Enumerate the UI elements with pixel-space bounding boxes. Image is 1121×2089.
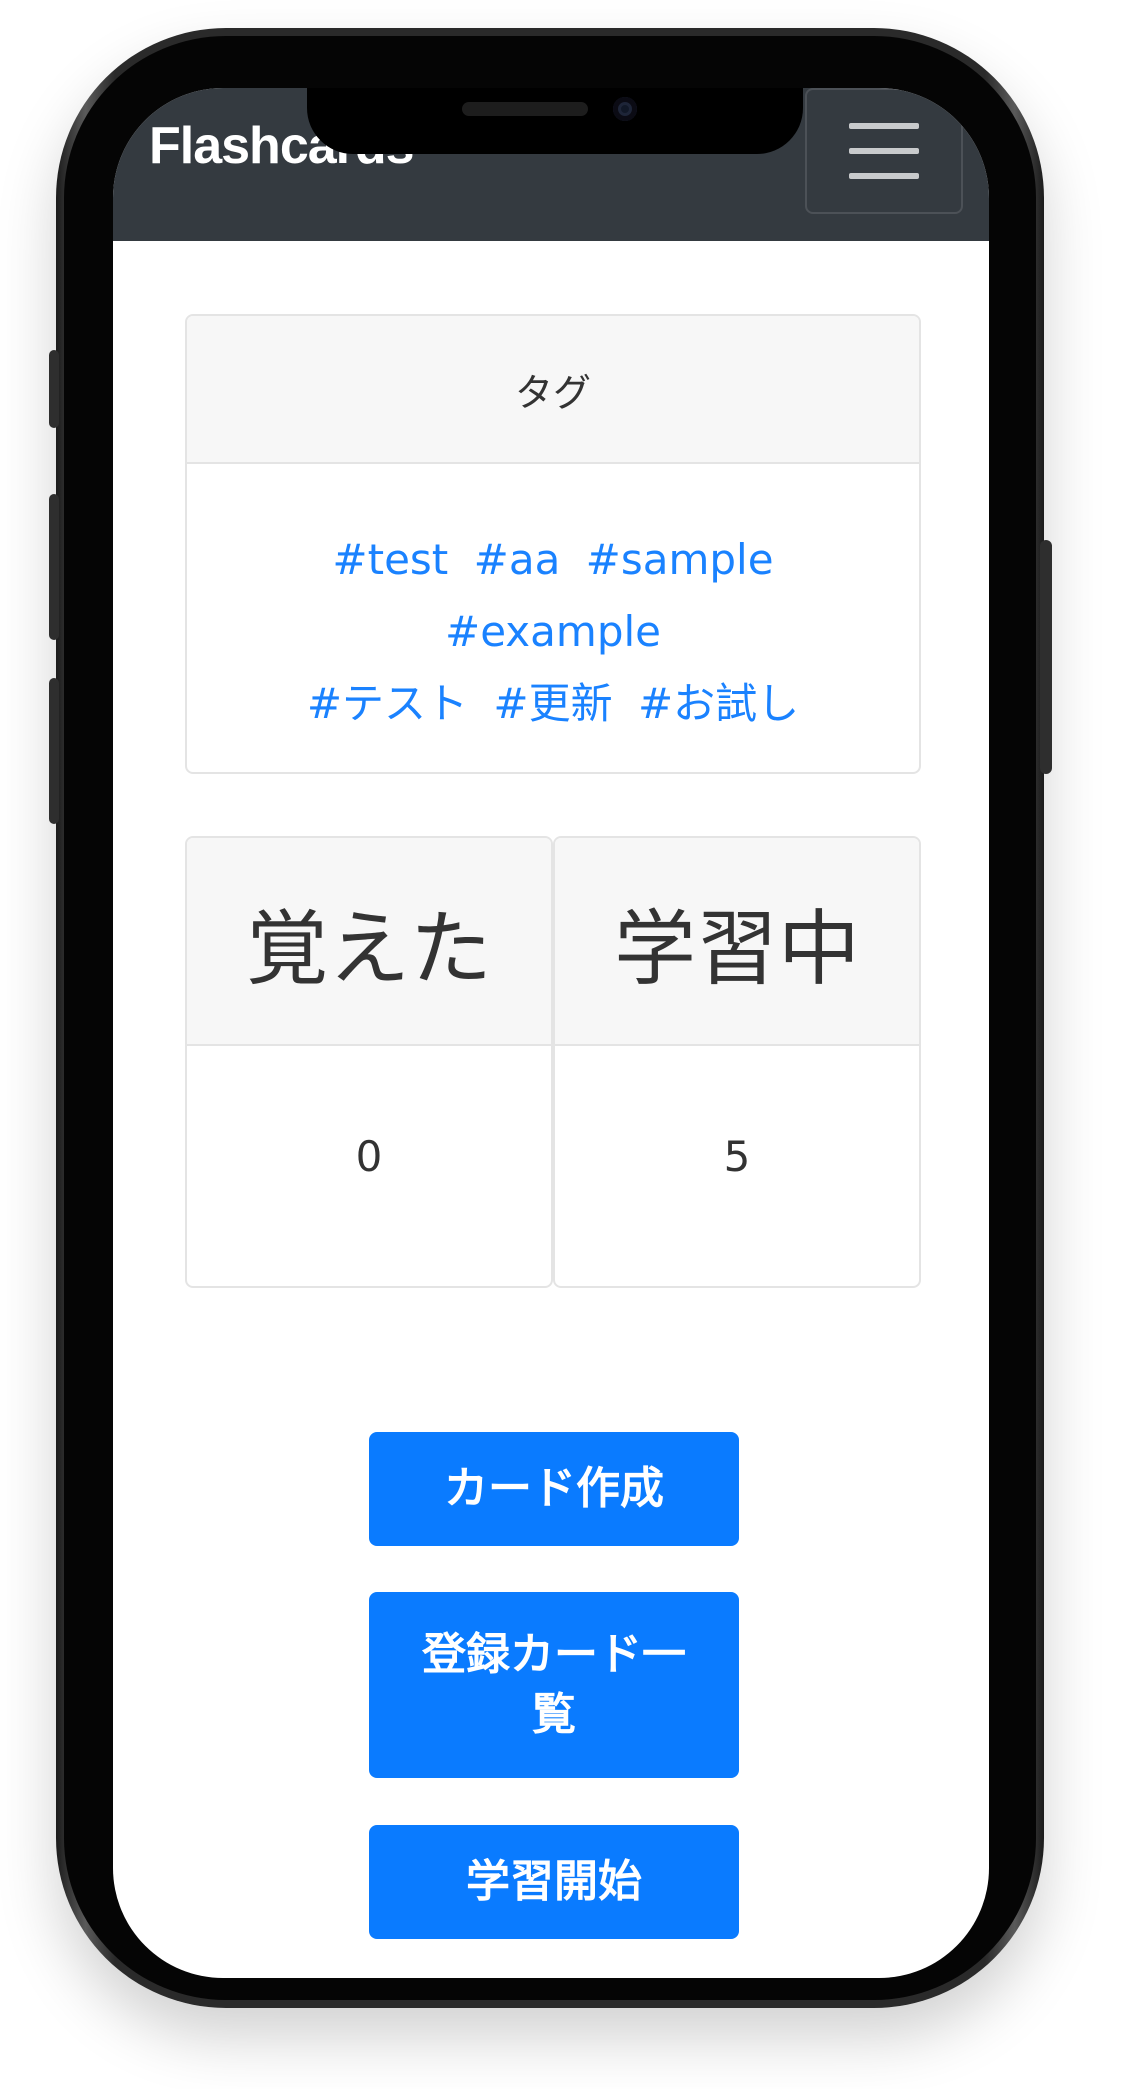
tag-link[interactable]: #aa — [474, 535, 561, 584]
menu-toggle-button[interactable] — [805, 88, 963, 214]
studying-label: 学習中 — [555, 838, 919, 1046]
card-list-button[interactable]: 登録カード一覧 — [369, 1592, 739, 1778]
tag-link[interactable]: #更新 — [493, 679, 612, 728]
phone-volume-up-button — [49, 494, 59, 640]
tag-link[interactable]: #お試し — [638, 679, 799, 728]
learned-label: 覚えた — [187, 838, 551, 1046]
start-study-button[interactable]: 学習開始 — [369, 1825, 739, 1939]
studying-count: 5 — [723, 1131, 751, 1181]
phone-mute-switch — [49, 350, 59, 428]
learned-stat-card: 覚えた 0 — [185, 836, 553, 1288]
studying-stat-card: 学習中 5 — [553, 836, 921, 1288]
tag-link[interactable]: #テスト — [307, 679, 468, 728]
phone-notch — [307, 88, 803, 154]
speaker-grille — [462, 102, 588, 116]
phone-power-button — [1040, 540, 1052, 774]
create-card-button[interactable]: カード作成 — [369, 1432, 739, 1546]
hamburger-menu-icon — [849, 123, 919, 179]
tag-card: タグ #test #aa #sample #example #テスト #更新 #… — [185, 314, 921, 774]
tag-link[interactable]: #sample — [586, 535, 774, 584]
phone-screen: Flashcards タグ #test #aa #sample #example… — [113, 88, 989, 1978]
learned-count: 0 — [355, 1131, 383, 1181]
tag-link[interactable]: #example — [445, 607, 661, 656]
phone-volume-down-button — [49, 678, 59, 824]
front-camera — [613, 97, 637, 121]
tag-list: #test #aa #sample #example #テスト #更新 #お試し — [187, 464, 919, 740]
tag-link[interactable]: #test — [332, 535, 448, 584]
tag-card-header: タグ — [187, 316, 919, 464]
